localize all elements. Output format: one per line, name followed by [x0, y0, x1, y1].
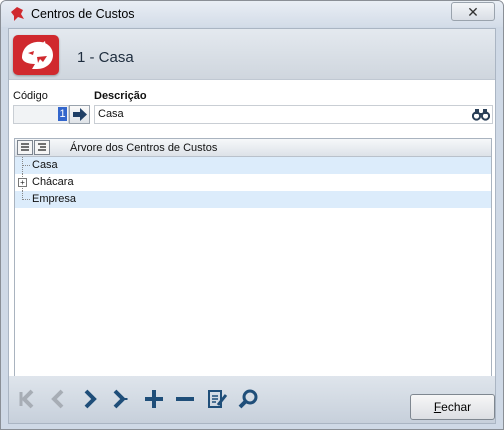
- app-icon: [11, 7, 24, 21]
- bottom-toolbar: Fechar: [9, 376, 495, 423]
- close-window-button[interactable]: ✕: [451, 2, 495, 21]
- tree-item[interactable]: + Chácara: [15, 174, 491, 191]
- tree-item-label: Chácara: [32, 176, 74, 188]
- previous-icon[interactable]: [47, 388, 69, 410]
- tree-item-label: Empresa: [32, 193, 77, 205]
- first-icon[interactable]: [17, 388, 39, 410]
- last-icon[interactable]: [110, 388, 132, 410]
- record-title: 1 - Casa: [77, 49, 134, 66]
- tree-toolbar: Árvore dos Centros de Custos: [15, 139, 491, 157]
- next-icon[interactable]: [79, 388, 101, 410]
- window-title: Centros de Custos: [31, 7, 135, 21]
- tree-connector: [23, 165, 30, 166]
- indent-list-icon: [38, 143, 46, 151]
- close-button[interactable]: Fechar: [410, 394, 495, 420]
- title-bar: Centros de Custos ✕: [1, 1, 503, 27]
- edit-icon[interactable]: [206, 388, 228, 410]
- tree-item[interactable]: Empresa: [15, 191, 491, 208]
- code-label: Código: [13, 90, 48, 102]
- header-panel: 1 - Casa: [9, 29, 495, 80]
- description-value: Casa: [98, 108, 124, 120]
- arrow-right-icon: [73, 108, 87, 121]
- code-field[interactable]: 1: [13, 105, 69, 124]
- search-icon[interactable]: [237, 388, 259, 410]
- remove-icon[interactable]: [174, 388, 196, 410]
- close-button-label: echar: [441, 400, 472, 414]
- tree-connector: [23, 199, 30, 200]
- go-to-code-button[interactable]: [69, 105, 90, 124]
- expand-all-button[interactable]: [17, 140, 33, 155]
- expand-plus-icon[interactable]: +: [18, 178, 27, 187]
- description-label: Descrição: [94, 90, 147, 102]
- tree-item[interactable]: Casa: [15, 157, 491, 174]
- binoculars-icon[interactable]: [472, 107, 490, 121]
- client-area: 1 - Casa Código Descrição 1 Casa Árvore …: [8, 28, 496, 424]
- window: Centros de Custos ✕ 1 - Casa Código Desc…: [0, 0, 504, 430]
- brand-logo: [13, 35, 59, 75]
- code-value: 1: [58, 107, 67, 121]
- add-icon[interactable]: [143, 388, 165, 410]
- tree-title: Árvore dos Centros de Custos: [70, 142, 218, 154]
- list-icon: [21, 143, 29, 151]
- collapse-all-button[interactable]: [34, 140, 50, 155]
- tree-item-label: Casa: [32, 159, 58, 171]
- description-field[interactable]: Casa: [94, 105, 493, 124]
- tree-panel: Árvore dos Centros de Custos Casa + Chác…: [14, 138, 492, 378]
- close-icon: ✕: [467, 3, 479, 20]
